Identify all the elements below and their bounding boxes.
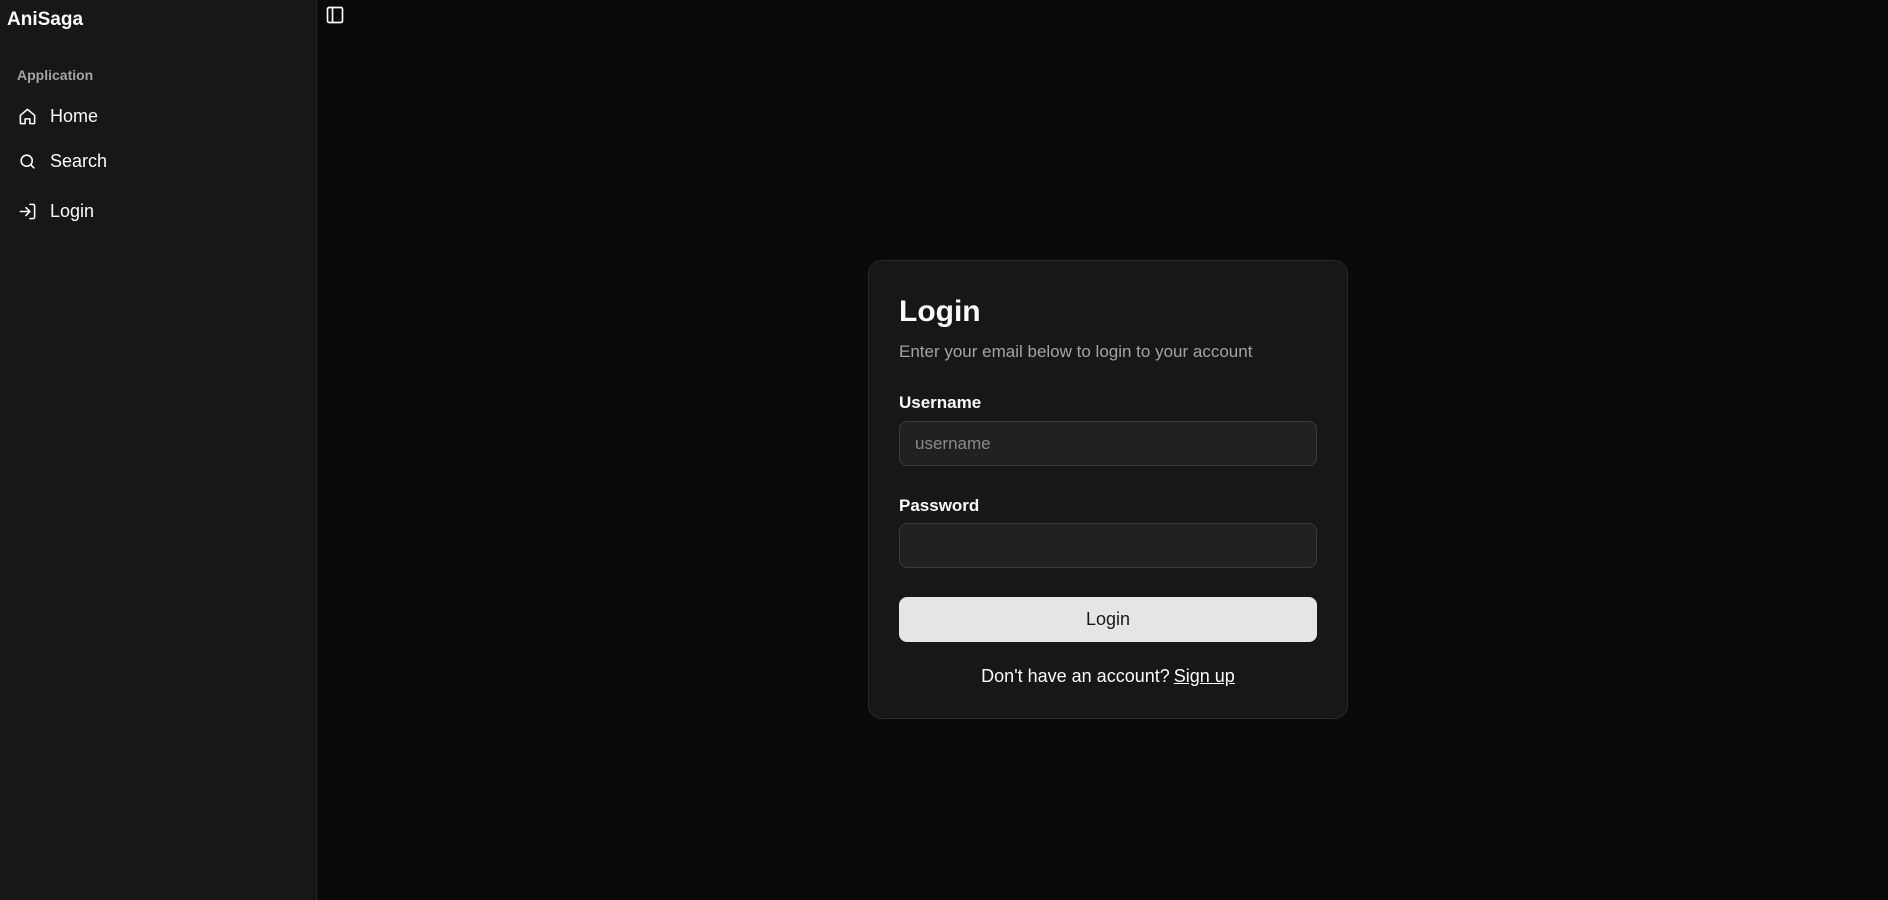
signup-link[interactable]: Sign up [1174,666,1235,686]
signup-prompt-row: Don't have an account? Sign up [869,666,1347,687]
login-submit-button[interactable]: Login [899,597,1317,642]
username-input[interactable] [899,421,1317,466]
sidebar-item-label: Search [50,150,108,171]
sidebar-toggle-button[interactable] [322,2,348,28]
sidebar-group-label: Application [17,67,94,83]
login-card: Login Enter your email below to login to… [868,260,1348,719]
sidebar: AniSaga Application Home Search Login [0,0,317,900]
signup-prompt-text: Don't have an account? [981,666,1170,686]
login-title: Login [899,295,981,328]
username-label: Username [899,393,982,412]
brand-logo[interactable]: AniSaga [7,9,83,31]
password-label: Password [899,496,980,515]
password-input[interactable] [899,523,1317,568]
login-icon [17,201,37,221]
sidebar-toggle-icon [325,5,345,25]
search-icon [17,151,37,171]
sidebar-item-home[interactable]: Home [8,96,308,136]
app-root: AniSaga Application Home Search Login Lo… [0,0,1888,900]
sidebar-item-label: Login [50,200,95,221]
sidebar-item-label: Home [50,105,99,126]
sidebar-item-login[interactable]: Login [8,191,308,231]
sidebar-item-search[interactable]: Search [8,141,308,181]
main-content: Login Enter your email below to login to… [317,0,1888,900]
login-description: Enter your email below to login to your … [899,342,1253,361]
home-icon [17,106,37,126]
